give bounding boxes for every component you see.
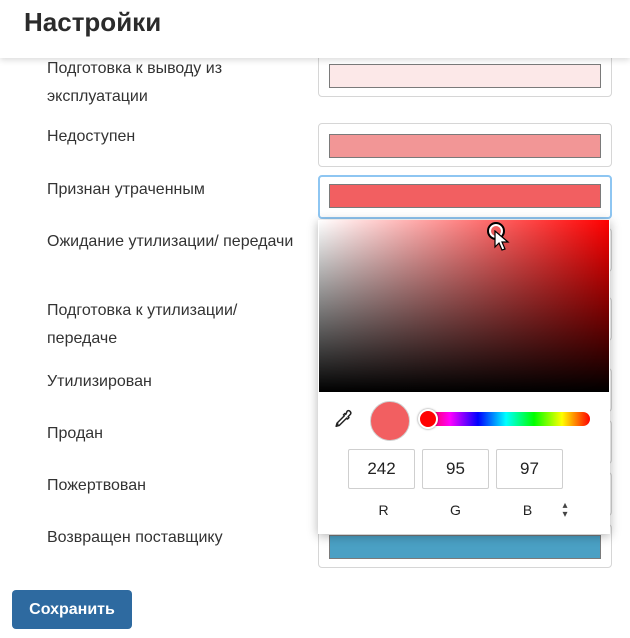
color-field-unavailable[interactable]: [318, 123, 612, 167]
eyedropper-icon[interactable]: [332, 408, 354, 430]
color-field-decommission-prep[interactable]: [318, 53, 612, 97]
color-field-lost[interactable]: [318, 175, 612, 219]
status-label-sold: Продан: [47, 425, 104, 442]
up-down-arrows-icon[interactable]: ▴ ▾: [558, 501, 572, 520]
color-swatch: [329, 134, 601, 158]
color-swatch: [329, 184, 601, 208]
status-label-disposal-prep: Подготовка к утилизации/ передаче: [47, 302, 238, 347]
red-input[interactable]: [348, 449, 415, 489]
blue-input[interactable]: [496, 449, 563, 489]
status-label-unavailable: Недоступен: [47, 128, 136, 145]
hue-slider-thumb[interactable]: [418, 409, 438, 429]
color-swatch: [329, 535, 601, 559]
status-label-awaiting-disposal: Ожидание утилизации/ передачи: [47, 233, 294, 250]
green-input[interactable]: [422, 449, 489, 489]
page-header: Настройки: [0, 0, 630, 58]
color-picker-popup: R G B ▴▾: [318, 220, 610, 534]
green-label: G: [450, 502, 461, 518]
status-label-disposed: Утилизирован: [47, 373, 152, 390]
red-label: R: [378, 502, 389, 518]
save-button[interactable]: Сохранить: [12, 590, 132, 629]
color-preview: [370, 401, 410, 441]
hue-slider[interactable]: [422, 412, 590, 426]
status-label-donated: Пожертвован: [47, 477, 146, 494]
mouse-cursor-icon: [494, 230, 510, 251]
status-label-lost: Признан утраченным: [47, 181, 205, 198]
status-label-returned-to-supplier: Возвращен поставщику: [47, 529, 223, 546]
blue-label: B: [522, 502, 533, 518]
page-title: Настройки: [24, 7, 162, 37]
status-label-decommission-prep: Подготовка к выводу из эксплуатации: [47, 60, 223, 105]
color-swatch: [329, 64, 601, 88]
saturation-value-area[interactable]: [319, 220, 609, 392]
